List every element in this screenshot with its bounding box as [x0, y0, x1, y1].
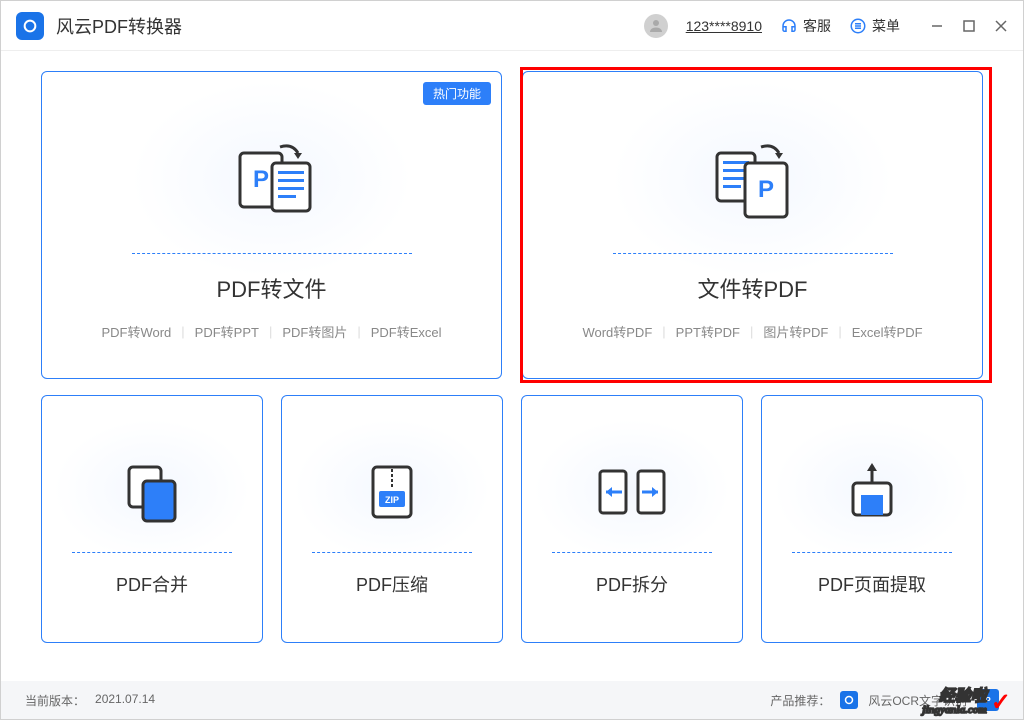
- user-id-link[interactable]: 123****8910: [686, 18, 762, 34]
- divider: [792, 552, 952, 553]
- support-button[interactable]: 客服: [780, 16, 831, 36]
- file-to-pdf-icon: P: [703, 115, 803, 245]
- card-subtags: PDF转Word| PDF转PPT| PDF转图片| PDF转Excel: [91, 322, 451, 341]
- merge-icon: [117, 442, 187, 542]
- card-file-to-pdf[interactable]: P 文件转PDF Word转PDF| PPT转PDF| 图片转PDF| Exce…: [522, 71, 983, 379]
- card-title: PDF拆分: [596, 571, 668, 597]
- compress-icon: ZIP: [357, 442, 427, 542]
- extract-icon: [837, 442, 907, 542]
- app-title: 风云PDF转换器: [56, 13, 182, 39]
- maximize-button[interactable]: [962, 19, 976, 33]
- version-label: 当前版本：: [25, 692, 85, 709]
- svg-text:P: P: [757, 176, 773, 203]
- divider: [552, 552, 712, 553]
- divider: [132, 253, 412, 254]
- menu-icon: [849, 17, 867, 35]
- card-title: 文件转PDF: [697, 272, 807, 304]
- card-title: PDF转文件: [216, 272, 326, 304]
- app-logo-icon: [16, 12, 44, 40]
- statusbar: 当前版本： 2021.07.14 产品推荐： 风云OCR文字识别 P: [1, 681, 1023, 719]
- card-title: PDF压缩: [356, 571, 428, 597]
- card-title: PDF合并: [116, 571, 188, 597]
- card-pdf-compress[interactable]: ZIP PDF压缩: [281, 395, 503, 643]
- watermark: 经验啦 jingyanla.com ✓: [922, 688, 1011, 717]
- recommend-label: 产品推荐：: [770, 692, 830, 709]
- card-subtags: Word转PDF| PPT转PDF| 图片转PDF| Excel转PDF: [572, 322, 932, 341]
- divider: [312, 552, 472, 553]
- hot-tag-badge: 热门功能: [423, 82, 491, 105]
- minimize-button[interactable]: [930, 19, 944, 33]
- divider: [72, 552, 232, 553]
- titlebar: 风云PDF转换器 123****8910 客服 菜单: [1, 1, 1023, 51]
- checkmark-icon: ✓: [991, 688, 1011, 717]
- version-value: 2021.07.14: [95, 692, 155, 709]
- support-label: 客服: [803, 16, 831, 36]
- divider: [613, 253, 893, 254]
- menu-button[interactable]: 菜单: [849, 16, 900, 36]
- card-pdf-to-file[interactable]: 热门功能 P PDF转文件: [41, 71, 502, 379]
- menu-label: 菜单: [872, 16, 900, 36]
- pdf-to-file-icon: P: [222, 115, 322, 245]
- close-button[interactable]: [994, 19, 1008, 33]
- user-avatar-icon[interactable]: [644, 14, 668, 38]
- headset-icon: [780, 17, 798, 35]
- card-pdf-extract[interactable]: PDF页面提取: [761, 395, 983, 643]
- ocr-app-icon: [840, 691, 858, 709]
- svg-text:P: P: [252, 166, 268, 193]
- card-pdf-merge[interactable]: PDF合并: [41, 395, 263, 643]
- card-title: PDF页面提取: [818, 571, 926, 597]
- split-icon: [592, 442, 672, 542]
- svg-text:ZIP: ZIP: [385, 495, 399, 505]
- card-pdf-split[interactable]: PDF拆分: [521, 395, 743, 643]
